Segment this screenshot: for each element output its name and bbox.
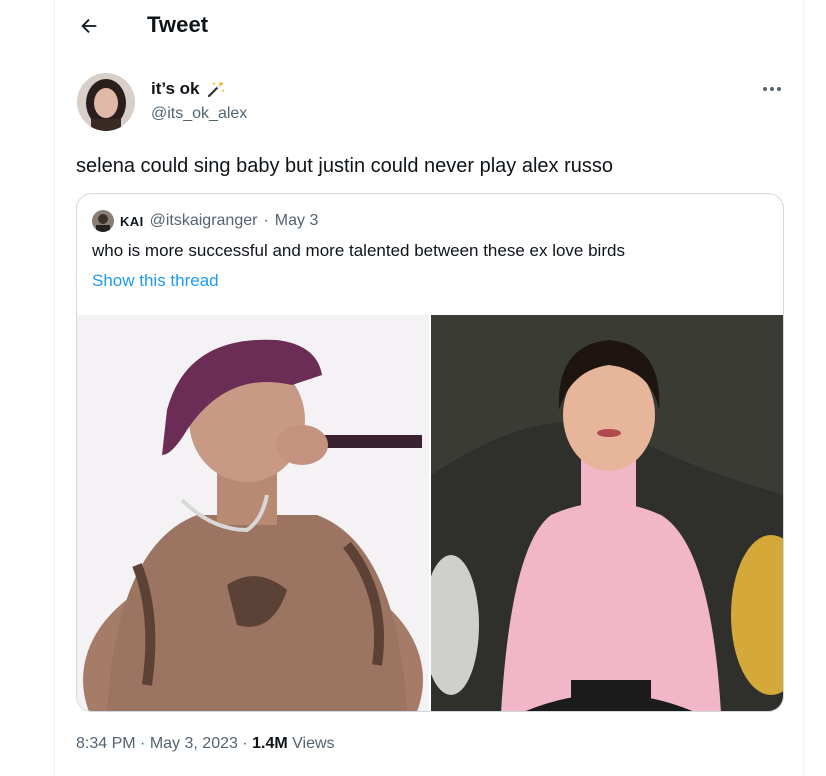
magic-wand-icon [207,81,225,98]
more-dots-icon [763,87,767,91]
page-title: Tweet [147,12,209,37]
performer-singing-photo [77,315,429,711]
back-button[interactable] [71,8,107,44]
quoted-date[interactable]: May 3 [275,212,319,230]
woman-pink-sweater-photo [431,315,783,711]
show-thread-link[interactable]: Show this thread [92,271,219,291]
separator: · [140,735,146,752]
separator: · [242,735,248,752]
tweet-time[interactable]: 8:34 PM [76,735,136,752]
author-handle[interactable]: @its_ok_alex [151,105,247,123]
header: Tweet [55,0,803,52]
author-display-name[interactable]: it’s ok [151,79,226,99]
quoted-author-name[interactable]: KAI [120,214,144,229]
quoted-author-avatar[interactable] [92,210,114,232]
arrow-left-icon [81,18,97,34]
quoted-media [77,315,783,711]
quoted-author-handle[interactable]: @itskaigranger [150,212,258,230]
tweet-column: Tweet it’s ok @its_ok_alex selena could … [54,0,804,776]
tweet-metadata: 8:34 PM · May 3, 2023 · 1.4M Views [76,735,335,753]
views-label: Views [292,735,335,752]
quoted-image-left[interactable] [77,315,429,711]
tweet-text: selena could sing baby but justin could … [76,155,613,177]
quoted-tweet[interactable]: KAI @itskaigranger · May 3 who is more s… [76,193,784,712]
more-options-button[interactable] [761,80,783,98]
separator: · [263,212,269,229]
views-count: 1.4M [252,735,288,752]
quoted-image-right[interactable] [431,315,783,711]
quoted-tweet-header: KAI @itskaigranger · May 3 [92,210,318,232]
avatar[interactable] [77,73,135,131]
profile-photo [77,73,135,131]
quoted-tweet-text: who is more successful and more talented… [92,241,625,260]
tweet-date[interactable]: May 3, 2023 [150,735,238,752]
